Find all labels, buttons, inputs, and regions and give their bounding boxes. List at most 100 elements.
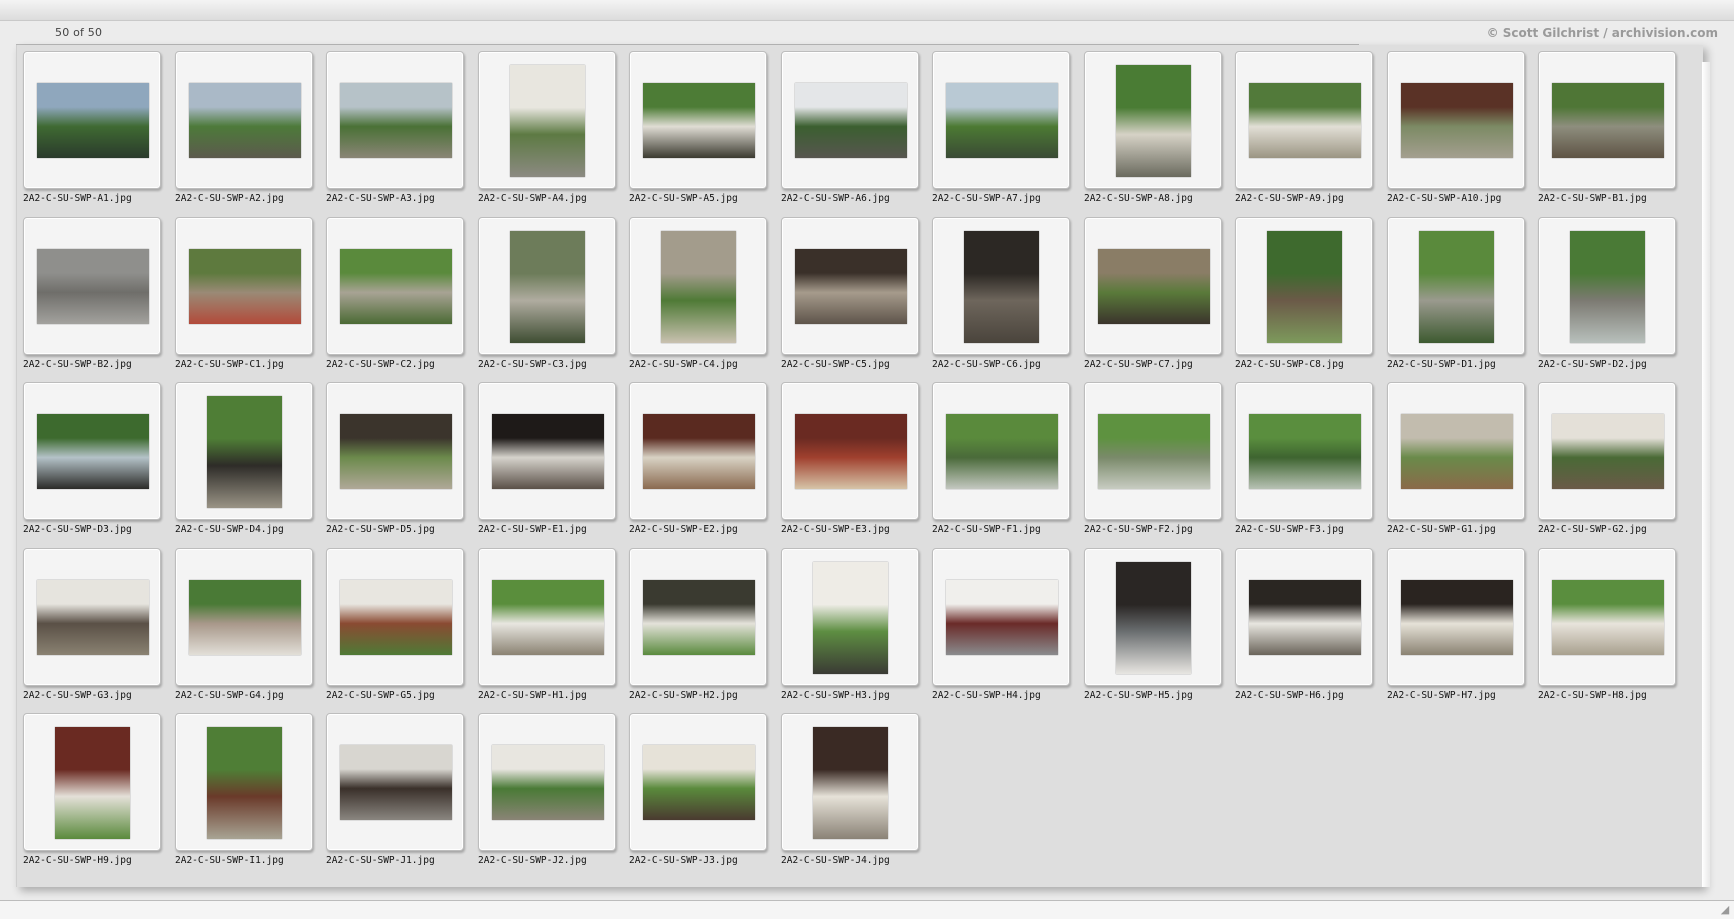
thumbnail-image — [946, 83, 1058, 158]
thumbnail-filename: 2A2-C-SU-SWP-J1.jpg — [326, 855, 435, 866]
thumbnail-tile[interactable] — [1084, 51, 1222, 189]
thumbnail-tile[interactable] — [1538, 548, 1676, 686]
thumbnail-tile[interactable] — [478, 548, 616, 686]
thumbnail-tile[interactable] — [1538, 217, 1676, 355]
thumbnail-tile[interactable] — [932, 382, 1070, 520]
thumbnail-tile[interactable] — [932, 548, 1070, 686]
thumbnail-image — [946, 580, 1058, 655]
thumbnail-image — [37, 83, 149, 158]
thumbnail-tile[interactable] — [326, 713, 464, 851]
thumbnail-tile[interactable] — [175, 382, 313, 520]
thumbnail-filename: 2A2-C-SU-SWP-H2.jpg — [629, 690, 738, 701]
thumbnail-image — [1098, 249, 1210, 324]
thumbnail-tile[interactable] — [781, 51, 919, 189]
thumbnail-image — [1552, 83, 1664, 158]
thumbnail-tile[interactable] — [23, 51, 161, 189]
thumbnail-image — [1419, 231, 1494, 343]
thumbnail-image — [340, 83, 452, 158]
thumbnail-tile[interactable] — [1538, 51, 1676, 189]
thumbnail-image — [643, 414, 755, 489]
thumbnail-tile[interactable] — [1235, 382, 1373, 520]
thumbnail-tile[interactable] — [23, 713, 161, 851]
status-bar: ◢ — [0, 900, 1734, 919]
thumbnail-filename: 2A2-C-SU-SWP-G3.jpg — [23, 690, 132, 701]
thumbnail-tile[interactable] — [629, 548, 767, 686]
thumbnail-filename: 2A2-C-SU-SWP-F3.jpg — [1235, 524, 1344, 535]
thumbnail-filename: 2A2-C-SU-SWP-H8.jpg — [1538, 690, 1647, 701]
thumbnail-tile[interactable] — [1538, 382, 1676, 520]
thumbnail-image — [492, 580, 604, 655]
thumbnail-tile[interactable] — [629, 382, 767, 520]
thumbnail-tile[interactable] — [629, 51, 767, 189]
thumbnail-filename: 2A2-C-SU-SWP-C8.jpg — [1235, 359, 1344, 370]
thumbnail-filename: 2A2-C-SU-SWP-C4.jpg — [629, 359, 738, 370]
thumbnail-tile[interactable] — [1084, 548, 1222, 686]
thumbnail-filename: 2A2-C-SU-SWP-C1.jpg — [175, 359, 284, 370]
thumbnail-tile[interactable] — [629, 713, 767, 851]
thumbnail-tile[interactable] — [1387, 382, 1525, 520]
thumbnail-tile[interactable] — [478, 217, 616, 355]
thumbnail-image — [643, 745, 755, 820]
thumbnail-filename: 2A2-C-SU-SWP-H6.jpg — [1235, 690, 1344, 701]
thumbnail-filename: 2A2-C-SU-SWP-C3.jpg — [478, 359, 587, 370]
thumbnail-tile[interactable] — [781, 713, 919, 851]
thumbnail-filename: 2A2-C-SU-SWP-A8.jpg — [1084, 193, 1193, 204]
thumbnail-tile[interactable] — [478, 713, 616, 851]
thumbnail-filename: 2A2-C-SU-SWP-G5.jpg — [326, 690, 435, 701]
thumbnail-tile[interactable] — [23, 548, 161, 686]
thumbnail-tile[interactable] — [1387, 217, 1525, 355]
thumbnail-tile[interactable] — [1235, 51, 1373, 189]
thumbnail-image — [37, 580, 149, 655]
thumbnail-tile[interactable] — [781, 382, 919, 520]
thumbnail-tile[interactable] — [1235, 217, 1373, 355]
window-top-bar — [0, 0, 1734, 21]
thumbnail-filename: 2A2-C-SU-SWP-C6.jpg — [932, 359, 1041, 370]
thumbnail-image — [795, 414, 907, 489]
thumbnail-tile[interactable] — [1387, 51, 1525, 189]
thumbnail-tile[interactable] — [175, 217, 313, 355]
thumbnail-tile[interactable] — [1387, 548, 1525, 686]
thumbnail-image — [189, 580, 301, 655]
thumbnail-image — [1401, 83, 1513, 158]
thumbnail-filename: 2A2-C-SU-SWP-G1.jpg — [1387, 524, 1496, 535]
thumbnail-filename: 2A2-C-SU-SWP-H3.jpg — [781, 690, 890, 701]
thumbnail-image — [795, 249, 907, 324]
thumbnail-image — [813, 727, 888, 839]
thumbnail-filename: 2A2-C-SU-SWP-J2.jpg — [478, 855, 587, 866]
thumbnail-tile[interactable] — [175, 548, 313, 686]
thumbnail-tile[interactable] — [932, 217, 1070, 355]
thumbnail-filename: 2A2-C-SU-SWP-E1.jpg — [478, 524, 587, 535]
thumbnail-tile[interactable] — [326, 382, 464, 520]
thumbnail-filename: 2A2-C-SU-SWP-A10.jpg — [1387, 193, 1502, 204]
thumbnail-image — [189, 83, 301, 158]
thumbnail-filename: 2A2-C-SU-SWP-A2.jpg — [175, 193, 284, 204]
thumbnail-filename: 2A2-C-SU-SWP-D5.jpg — [326, 524, 435, 535]
thumbnail-image — [1267, 231, 1342, 343]
thumbnail-tile[interactable] — [1235, 548, 1373, 686]
thumbnail-tile[interactable] — [1084, 382, 1222, 520]
thumbnail-image — [189, 249, 301, 324]
panel-edge — [1702, 62, 1710, 887]
thumbnail-tile[interactable] — [326, 548, 464, 686]
thumbnail-tile[interactable] — [478, 382, 616, 520]
thumbnail-tile[interactable] — [23, 217, 161, 355]
thumbnail-image — [510, 231, 585, 343]
thumbnail-tile[interactable] — [932, 51, 1070, 189]
thumbnail-tile[interactable] — [23, 382, 161, 520]
thumbnail-tile[interactable] — [326, 51, 464, 189]
thumbnail-image — [207, 727, 282, 839]
thumbnail-image — [1098, 414, 1210, 489]
copyright-notice: © Scott Gilchrist / archivision.com — [1486, 26, 1718, 40]
thumbnail-tile[interactable] — [175, 713, 313, 851]
thumbnail-image — [813, 562, 888, 674]
thumbnail-image — [340, 249, 452, 324]
thumbnail-tile[interactable] — [629, 217, 767, 355]
thumbnail-tile[interactable] — [781, 217, 919, 355]
thumbnail-grid: 2A2-C-SU-SWP-A1.jpg 2A2-C-SU-SWP-A2.jpg 2A… — [16, 45, 1703, 887]
thumbnail-tile[interactable] — [326, 217, 464, 355]
thumbnail-tile[interactable] — [781, 548, 919, 686]
resize-grip-icon[interactable]: ◢ — [1718, 903, 1732, 917]
thumbnail-tile[interactable] — [1084, 217, 1222, 355]
thumbnail-tile[interactable] — [478, 51, 616, 189]
thumbnail-tile[interactable] — [175, 51, 313, 189]
